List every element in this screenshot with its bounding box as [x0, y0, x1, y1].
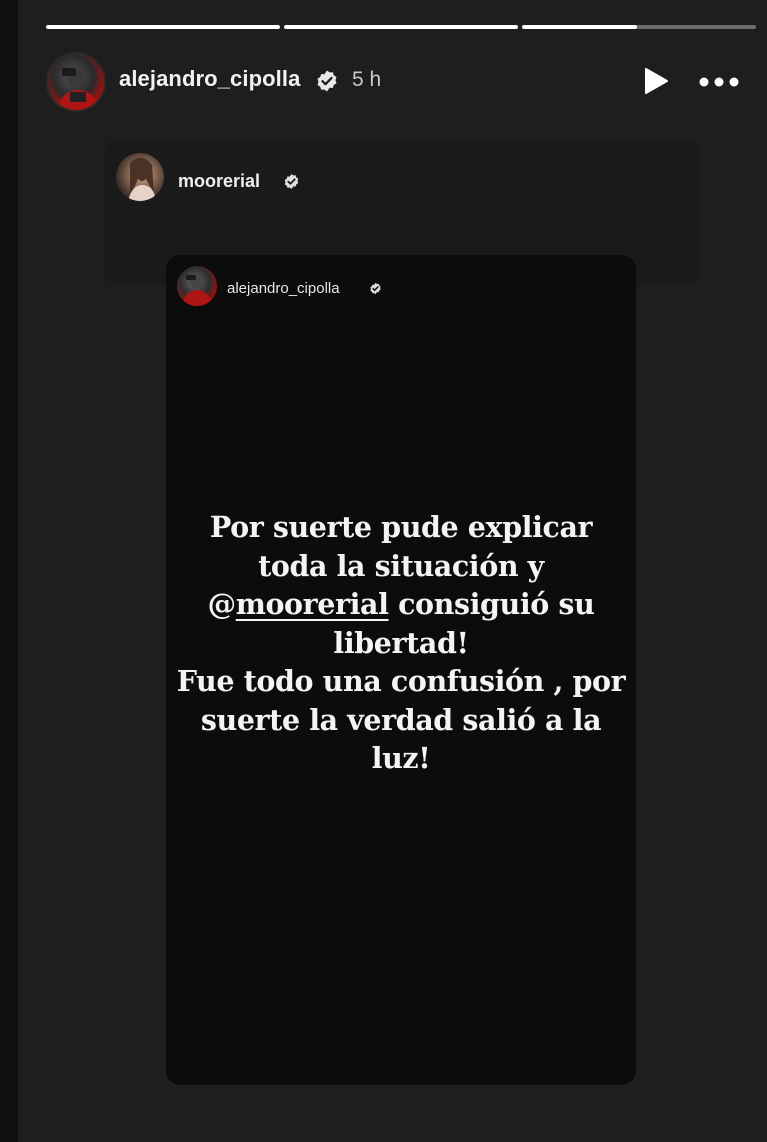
caption-line: Fue todo una confusión , por [176, 664, 626, 698]
story-progress-bar-2 [284, 25, 518, 29]
story-viewer: alejandro_cipolla 5 h moorerial alejandr… [0, 0, 767, 1142]
avatar-photo [128, 157, 156, 201]
left-edge-strip [0, 0, 18, 1142]
mention-at-symbol: @ [207, 587, 237, 621]
caption-line: suerte la verdad salió a la [200, 702, 602, 737]
avatar-photo [56, 68, 100, 110]
caption-line: toda la situación y [258, 548, 544, 583]
story-progress-bar-1 [46, 25, 280, 29]
caption-line: Por suerte pude explicar [209, 510, 593, 544]
play-icon [645, 68, 668, 94]
header-username[interactable]: alejandro_cipolla [119, 66, 300, 92]
story-progress-bar-3 [522, 25, 756, 29]
inner-username: alejandro_cipolla [227, 280, 340, 297]
caption-line-with-mention: @moorerial consiguió su [166, 585, 636, 624]
progress-fill [522, 25, 637, 29]
verified-badge-icon [369, 282, 382, 295]
verified-badge-icon [315, 69, 339, 93]
caption-text: consiguió su [388, 587, 595, 621]
progress-fill [46, 25, 280, 29]
avatar-photo [182, 275, 212, 306]
progress-fill [284, 25, 518, 29]
avatar[interactable] [46, 52, 106, 112]
caption-line: luz! [371, 741, 431, 775]
inner-avatar [177, 266, 217, 306]
caption-line: libertad! [333, 625, 469, 660]
story-caption: Por suerte pude explicar toda la situaci… [166, 508, 636, 778]
more-options-icon [699, 77, 739, 87]
reshare-avatar[interactable] [116, 153, 164, 201]
post-time: 5 h [352, 68, 382, 91]
mention-link[interactable]: moorerial [236, 587, 389, 621]
more-options-button[interactable] [698, 74, 740, 90]
reshare-username[interactable]: moorerial [178, 171, 260, 192]
verified-badge-icon [283, 173, 300, 190]
play-button[interactable] [640, 66, 670, 96]
